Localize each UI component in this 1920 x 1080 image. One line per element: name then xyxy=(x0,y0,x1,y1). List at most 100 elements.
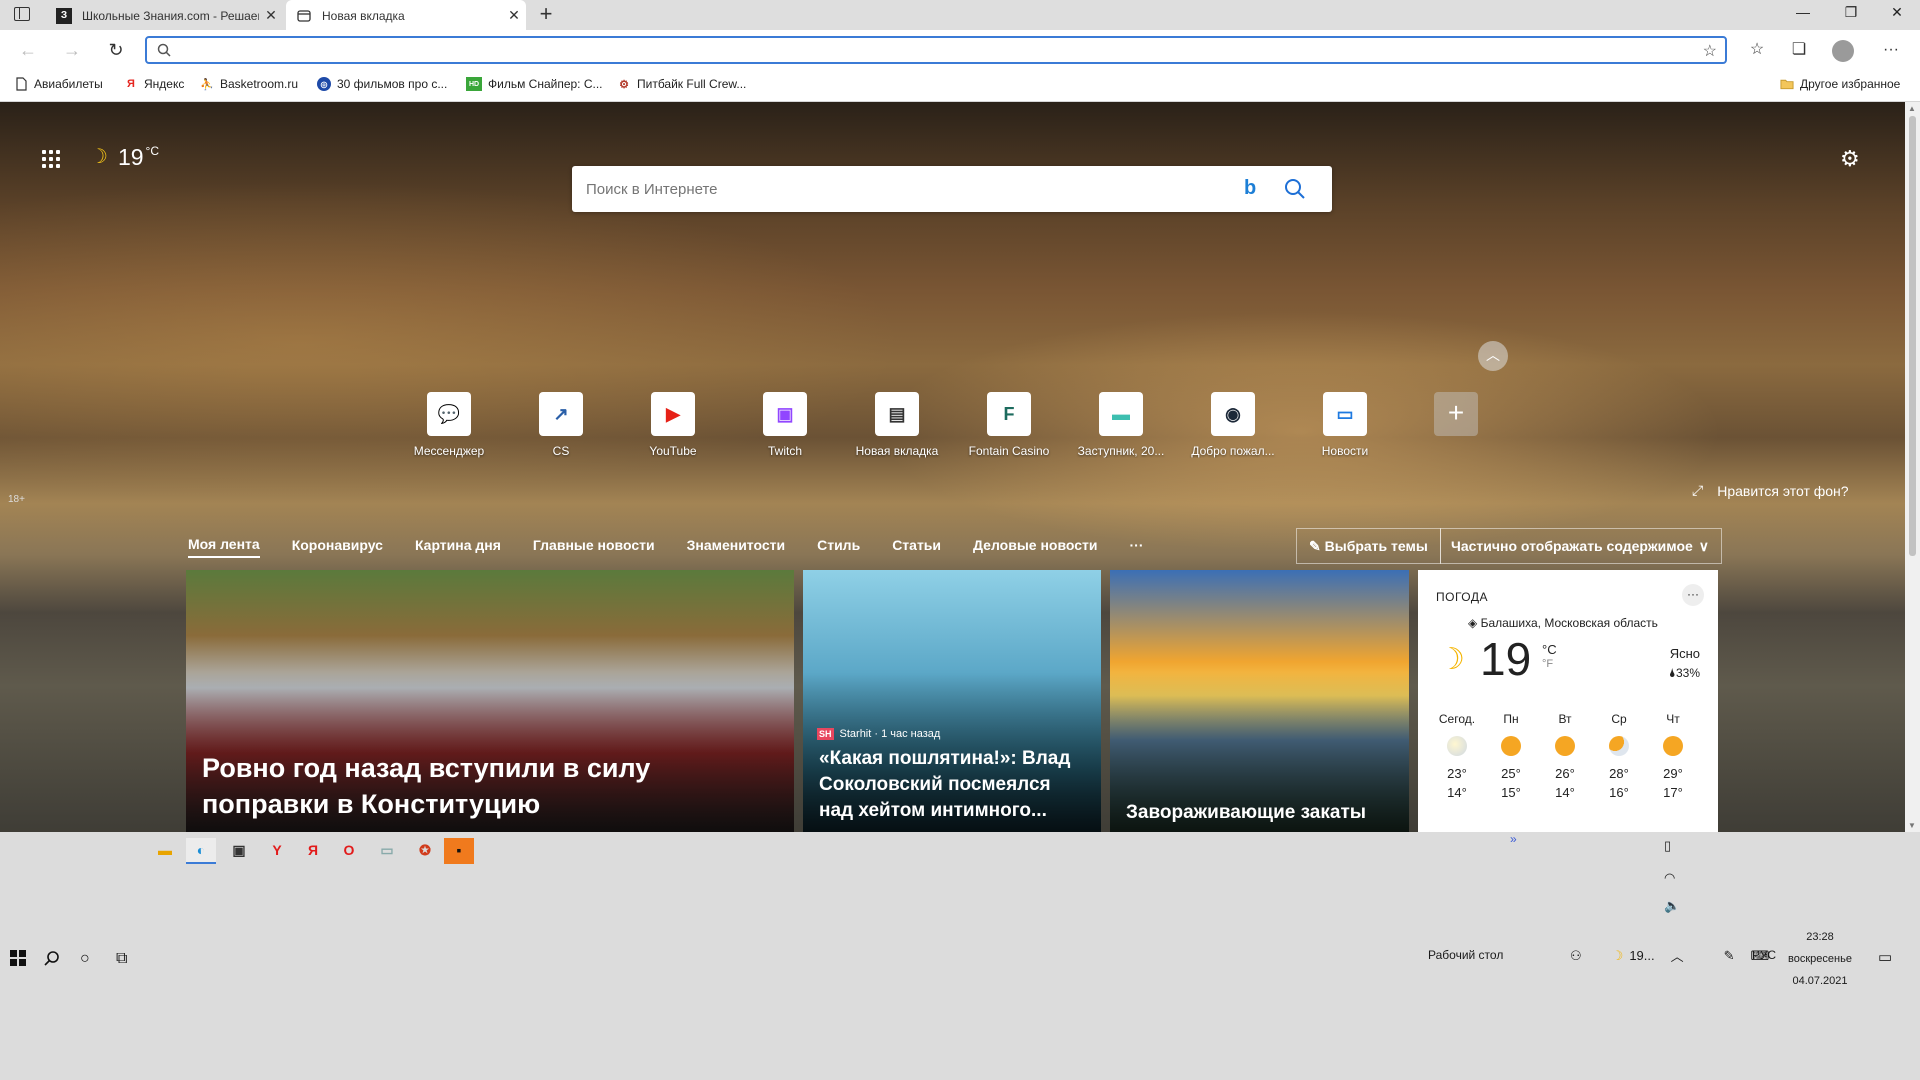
cloud-icon xyxy=(1447,736,1467,756)
feed-tab-style[interactable]: Стиль xyxy=(817,537,860,557)
weather-widget-top[interactable]: ☽ 19 °C xyxy=(90,144,159,171)
expand-taskbar-icon[interactable]: » xyxy=(1510,832,1517,846)
windows-start-icon[interactable] xyxy=(10,950,26,971)
bookmark-sniper[interactable]: HD Фильм Снайпер: С... xyxy=(466,77,603,91)
desktop-label[interactable]: Рабочий стол xyxy=(1428,948,1503,962)
feed-tab-business[interactable]: Деловые новости xyxy=(973,537,1097,557)
forward-icon[interactable]: → xyxy=(59,38,85,64)
tab-new-tab[interactable]: Новая вкладка ✕ xyxy=(286,0,526,31)
page-scrollbar[interactable]: ▲ ▼ xyxy=(1905,102,1920,832)
cortana-icon[interactable]: ○ xyxy=(80,950,90,968)
quick-link[interactable]: ▬ Заступник, 20... xyxy=(1065,392,1177,458)
quick-link[interactable]: ▶ YouTube xyxy=(617,392,729,458)
address-input[interactable] xyxy=(183,40,1663,60)
forecast-day[interactable]: Чт 29° 17° xyxy=(1648,712,1698,800)
terminal-icon[interactable]: ▪ xyxy=(444,838,474,864)
feed-tab-coronavirus[interactable]: Коронавирус xyxy=(292,537,383,557)
close-window-icon[interactable]: ✕ xyxy=(1874,4,1920,26)
back-icon[interactable]: ← xyxy=(15,38,41,64)
feed-tab-my-feed[interactable]: Моя лента xyxy=(188,536,260,558)
web-search-box[interactable]: b xyxy=(572,166,1332,212)
other-favorites[interactable]: Другое избранное xyxy=(1780,77,1900,91)
tray-weather[interactable]: ⚇ ☽ 19... ︿ ✎ ⌨ xyxy=(1570,946,1769,965)
feed-tab-picture-of-day[interactable]: Картина дня xyxy=(415,537,501,557)
page-settings-gear-icon[interactable]: ⚙ xyxy=(1840,146,1860,172)
like-background-link[interactable]: ⤢ Нравится этот фон? xyxy=(1692,482,1849,499)
tab-shkolnye-znaniya[interactable]: З Школьные Знания.com - Решаем ✕ xyxy=(46,0,283,31)
close-tab-icon[interactable]: ✕ xyxy=(502,7,526,24)
feed-tab-articles[interactable]: Статьи xyxy=(892,537,941,557)
opera-icon[interactable]: O xyxy=(334,838,364,864)
forecast-day[interactable]: Вт 26° 14° xyxy=(1540,712,1590,800)
fahrenheit-toggle[interactable]: °F xyxy=(1542,658,1553,670)
store-icon[interactable]: ▣ xyxy=(224,838,254,864)
expand-icon[interactable]: ⤢ xyxy=(1692,482,1703,499)
collections-icon[interactable]: ❏ xyxy=(1788,40,1810,62)
bookmark-pitbike[interactable]: ⚙ Питбайк Full Crew... xyxy=(617,77,746,91)
network-icon[interactable]: ◠ xyxy=(1664,870,1675,886)
scroll-down-icon[interactable]: ▼ xyxy=(1908,821,1916,830)
maximize-icon[interactable]: ❐ xyxy=(1828,4,1874,26)
feed-more-icon[interactable]: ··· xyxy=(1130,537,1144,557)
add-quick-link-button[interactable]: + xyxy=(1434,392,1478,436)
tab-actions-icon[interactable] xyxy=(14,7,30,21)
bookmark-30-films[interactable]: ◎ 30 фильмов про с... xyxy=(317,77,447,91)
people-icon[interactable]: ⚇ xyxy=(1570,948,1582,964)
search-icon[interactable] xyxy=(44,950,60,971)
add-favorite-icon[interactable]: ☆ xyxy=(1703,41,1717,61)
more-menu-icon[interactable]: ··· xyxy=(1880,40,1902,62)
close-tab-icon[interactable]: ✕ xyxy=(259,7,283,24)
profile-icon[interactable] xyxy=(1832,40,1854,62)
forecast-low: 15° xyxy=(1501,785,1521,800)
choose-topics-button[interactable]: ✎ Выбрать темы xyxy=(1296,528,1441,564)
more-options-icon[interactable]: ··· xyxy=(1682,584,1704,606)
favorites-icon[interactable]: ☆ xyxy=(1746,40,1768,62)
app-icon[interactable]: ▭ xyxy=(372,838,402,864)
scroll-up-icon[interactable]: ▲ xyxy=(1908,104,1916,113)
yandex-browser-icon[interactable]: Y xyxy=(262,838,292,864)
bookmark-basketroom[interactable]: ⛹ Basketroom.ru xyxy=(200,77,298,91)
clock[interactable]: 23:28 воскресенье 04.07.2021 xyxy=(1770,926,1870,992)
bookmark-aviabilety[interactable]: Авиабилеты xyxy=(14,77,103,91)
yandex-icon: Я xyxy=(127,78,135,90)
forecast-day[interactable]: Ср 28° 16° xyxy=(1594,712,1644,800)
volume-icon[interactable]: 🔈 xyxy=(1664,898,1680,914)
news-card[interactable]: Завораживающие закаты xyxy=(1110,570,1409,832)
quick-link[interactable]: ◉ Добро пожал... xyxy=(1177,392,1289,458)
content-display-dropdown[interactable]: Частично отображать содержимое ∨ xyxy=(1440,528,1722,564)
file-explorer-icon[interactable]: ▬ xyxy=(150,838,180,864)
quick-link[interactable]: F Fontain Casino xyxy=(953,392,1065,458)
celsius-toggle[interactable]: °C xyxy=(1542,642,1557,657)
web-search-input[interactable] xyxy=(584,176,1184,202)
weather-card[interactable]: ПОГОДА ··· ◈ Балашиха, Московская област… xyxy=(1418,570,1718,832)
quick-link[interactable]: 💬 Мессенджер xyxy=(393,392,505,458)
feed-tab-celebrities[interactable]: Знаменитости xyxy=(687,537,786,557)
notifications-icon[interactable]: ▭ xyxy=(1878,948,1892,966)
quick-link[interactable]: ▭ Новости xyxy=(1289,392,1401,458)
quick-link[interactable]: ▣ Twitch xyxy=(729,392,841,458)
tablet-icon[interactable]: ▯ xyxy=(1664,838,1671,854)
address-bar[interactable]: ☆ xyxy=(145,36,1727,64)
chevron-up-icon[interactable]: ︿ xyxy=(1671,946,1684,965)
app-launcher-icon[interactable] xyxy=(42,150,60,168)
news-card[interactable]: Ровно год назад вступили в силу поправки… xyxy=(186,570,794,832)
refresh-icon[interactable]: ↻ xyxy=(103,38,129,64)
pen-icon[interactable]: ✎ xyxy=(1724,948,1735,964)
minimize-icon[interactable]: — xyxy=(1780,4,1826,26)
task-view-icon[interactable]: ⧉ xyxy=(116,950,127,968)
bookmark-yandex[interactable]: Я Яндекс xyxy=(124,77,184,91)
new-tab-button[interactable]: + xyxy=(533,3,559,27)
scrollbar-thumb[interactable] xyxy=(1909,116,1916,556)
edge-icon[interactable]: ◐ xyxy=(186,838,216,864)
quick-link[interactable]: ↗ CS xyxy=(505,392,617,458)
forecast-day[interactable]: Пн 25° 15° xyxy=(1486,712,1536,800)
search-icon[interactable] xyxy=(1284,178,1306,203)
feed-tab-top-news[interactable]: Главные новости xyxy=(533,537,655,557)
collapse-quicklinks-button[interactable]: ︿ xyxy=(1478,341,1508,371)
news-card[interactable]: SH Starhit · 1 час назад «Какая пошлятин… xyxy=(803,570,1101,832)
forecast-day[interactable]: Сегод. 23° 14° xyxy=(1432,712,1482,800)
yandex-icon[interactable]: Я xyxy=(298,838,328,864)
bing-icon[interactable]: b xyxy=(1244,177,1256,200)
game-icon[interactable]: ✪ xyxy=(410,838,440,864)
quick-link[interactable]: ▤ Новая вкладка xyxy=(841,392,953,458)
